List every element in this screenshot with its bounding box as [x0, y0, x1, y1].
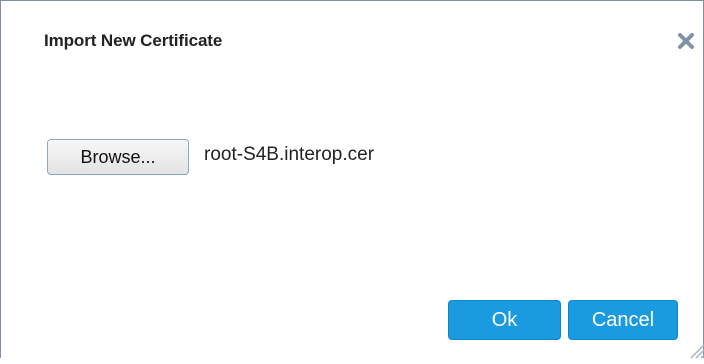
ok-button[interactable]: Ok — [448, 300, 561, 340]
dialog-title: Import New Certificate — [44, 31, 223, 50]
resize-grip[interactable] — [685, 339, 704, 359]
import-certificate-dialog: Import New Certificate Browse... root-S4… — [0, 0, 704, 359]
close-button[interactable] — [676, 31, 696, 51]
close-icon — [678, 33, 694, 49]
resize-grip-icon — [690, 344, 704, 359]
selected-file-name: root-S4B.interop.cer — [204, 144, 375, 165]
cancel-button[interactable]: Cancel — [568, 300, 678, 340]
browse-button[interactable]: Browse... — [47, 139, 189, 175]
